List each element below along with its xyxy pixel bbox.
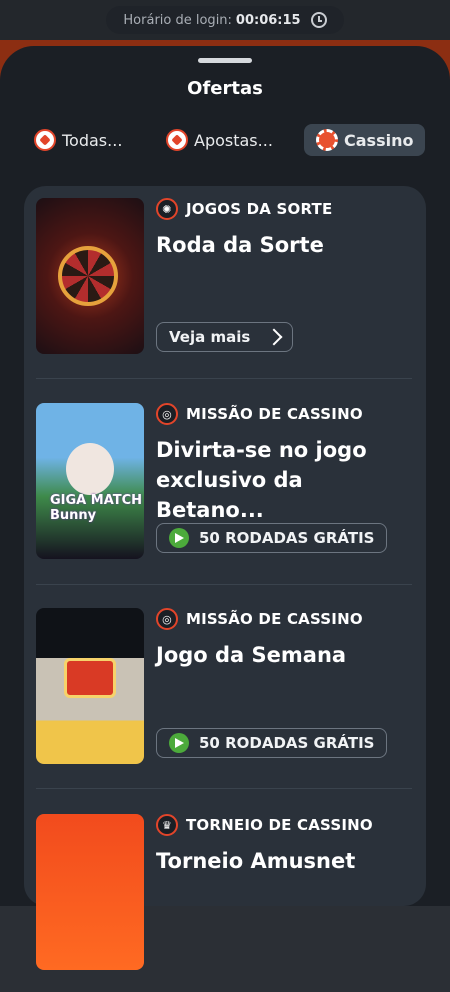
chevron-right-icon bbox=[265, 328, 283, 346]
casino-chip-icon bbox=[316, 129, 338, 151]
offer-title: Roda da Sorte bbox=[156, 233, 324, 257]
free-spins-icon bbox=[169, 528, 189, 548]
offer-card[interactable]: ♛ TORNEIO DE CASSINO Torneio Amusnet bbox=[36, 802, 416, 992]
offer-thumbnail[interactable]: GIGA MATCH Bunny bbox=[36, 403, 144, 559]
offer-category: ◎ MISSÃO DE CASSINO bbox=[156, 608, 363, 630]
sheet-drag-handle[interactable] bbox=[198, 58, 252, 63]
offer-thumbnail[interactable] bbox=[36, 814, 144, 970]
free-spins-icon bbox=[169, 733, 189, 753]
bunny-image bbox=[66, 443, 114, 495]
offer-card[interactable]: GIGA MATCH Bunny ◎ MISSÃO DE CASSINO Div… bbox=[36, 391, 416, 581]
gear-icon: ✺ bbox=[156, 198, 178, 220]
divider bbox=[36, 584, 412, 585]
offer-category: ✺ JOGOS DA SORTE bbox=[156, 198, 332, 220]
tab-todas[interactable]: Todas... bbox=[34, 124, 122, 156]
offer-thumbnail[interactable] bbox=[36, 608, 144, 764]
tab-label: Todas... bbox=[62, 130, 123, 150]
button-label: 50 RODADAS GRÁTIS bbox=[199, 734, 375, 752]
tab-label: Cassino bbox=[344, 130, 414, 150]
button-label: 50 RODADAS GRÁTIS bbox=[199, 529, 375, 547]
wheel-of-fortune-image bbox=[58, 246, 118, 306]
offer-title: Divirta-se no jogo exclusivo da Betano..… bbox=[156, 438, 367, 522]
target-icon: ◎ bbox=[156, 608, 178, 630]
sheet-title: Ofertas bbox=[187, 78, 263, 99]
login-timer: Horário de login: 00:06:15 bbox=[106, 6, 344, 34]
offer-category: ♛ TORNEIO DE CASSINO bbox=[156, 814, 373, 836]
offers-list: ✺ JOGOS DA SORTE Roda da Sorte Veja mais… bbox=[24, 186, 426, 970]
divider bbox=[36, 378, 412, 379]
offer-thumbnail[interactable] bbox=[36, 198, 144, 354]
offer-title: Jogo da Semana bbox=[156, 643, 347, 667]
offer-category-label: MISSÃO DE CASSINO bbox=[186, 610, 363, 628]
tab-label: Apostas... bbox=[194, 130, 273, 150]
offer-card[interactable]: ◎ MISSÃO DE CASSINO Jogo da Semana 50 RO… bbox=[36, 596, 416, 786]
trophy-icon: ♛ bbox=[156, 814, 178, 836]
category-tabs: Todas... Apostas... Cassino bbox=[24, 124, 434, 160]
offer-title: Torneio Amusnet bbox=[156, 849, 356, 873]
tab-apostas[interactable]: Apostas... bbox=[166, 124, 273, 156]
free-spins-button[interactable]: 50 RODADAS GRÁTIS bbox=[156, 728, 388, 758]
offer-category-label: TORNEIO DE CASSINO bbox=[186, 816, 373, 834]
thumbnail-text: GIGA MATCH Bunny bbox=[50, 493, 143, 523]
offer-category-label: MISSÃO DE CASSINO bbox=[186, 405, 363, 423]
pizza-game-logo bbox=[64, 658, 116, 698]
login-label: Horário de login: bbox=[123, 12, 232, 28]
offer-card[interactable]: ✺ JOGOS DA SORTE Roda da Sorte Veja mais bbox=[36, 186, 416, 376]
offer-category: ◎ MISSÃO DE CASSINO bbox=[156, 403, 363, 425]
tab-cassino[interactable]: Cassino bbox=[304, 124, 426, 156]
divider bbox=[36, 788, 412, 789]
ball-icon bbox=[166, 129, 188, 151]
ball-icon bbox=[34, 129, 56, 151]
target-icon: ◎ bbox=[156, 403, 178, 425]
see-more-button[interactable]: Veja mais bbox=[156, 322, 294, 352]
free-spins-button[interactable]: 50 RODADAS GRÁTIS bbox=[156, 523, 388, 553]
login-time: 00:06:15 bbox=[235, 12, 301, 28]
offer-category-label: JOGOS DA SORTE bbox=[186, 200, 333, 218]
clock-icon bbox=[310, 12, 327, 28]
button-label: Veja mais bbox=[169, 328, 251, 346]
